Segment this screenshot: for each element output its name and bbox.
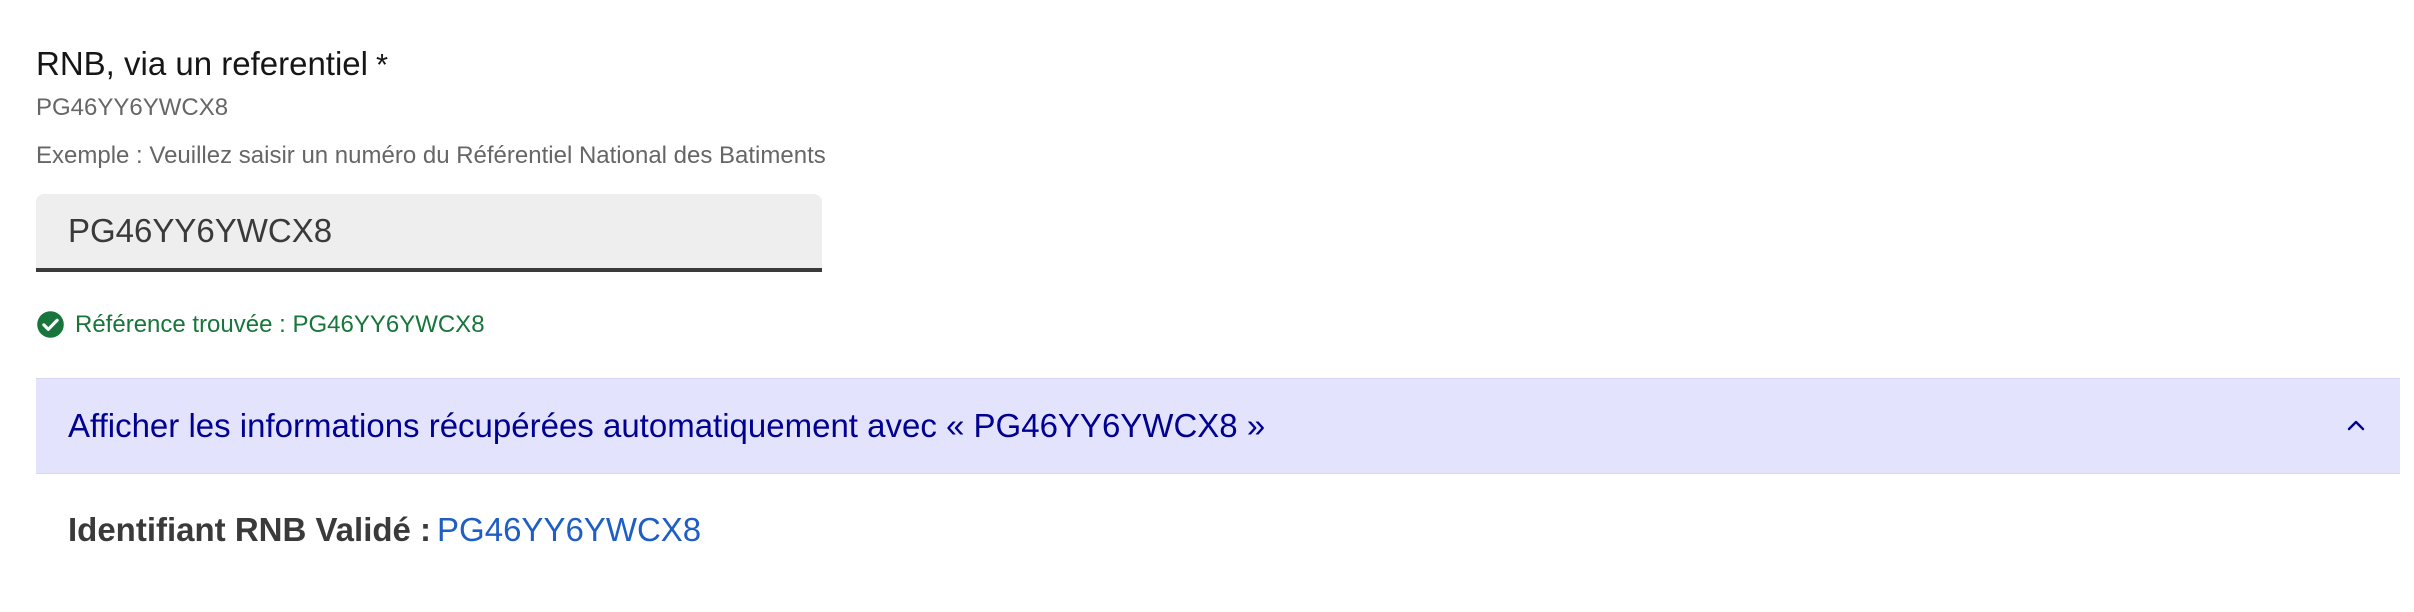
- check-circle-icon: [37, 311, 64, 338]
- field-example-hint: Exemple : Veuillez saisir un numéro du R…: [36, 142, 826, 169]
- success-message: Référence trouvée : PG46YY6YWCX8: [36, 310, 485, 339]
- required-asterisk: *: [375, 47, 389, 82]
- rnb-field-page: RNB, via un referentiel * PG46YY6YWCX8 Ex…: [0, 0, 2414, 612]
- accordion-title: Afficher les informations récupérées aut…: [68, 407, 1266, 444]
- rnb-details: Identifiant RNB Validé : PG46YY6YWCX8: [68, 510, 701, 550]
- rnb-input[interactable]: [36, 194, 822, 272]
- rnb-id-link[interactable]: PG46YY6YWCX8: [437, 511, 701, 548]
- field-code-hint: PG46YY6YWCX8: [36, 94, 229, 121]
- chevron-up-icon[interactable]: [2344, 414, 2368, 438]
- success-message-text: Référence trouvée : PG46YY6YWCX8: [75, 310, 485, 338]
- field-label: RNB, via un referentiel *: [36, 44, 388, 85]
- rnb-id-label: Identifiant RNB Validé :: [68, 511, 432, 548]
- field-label-text: RNB, via un referentiel: [36, 45, 368, 82]
- auto-info-accordion-toggle[interactable]: Afficher les informations récupérées aut…: [36, 378, 2400, 474]
